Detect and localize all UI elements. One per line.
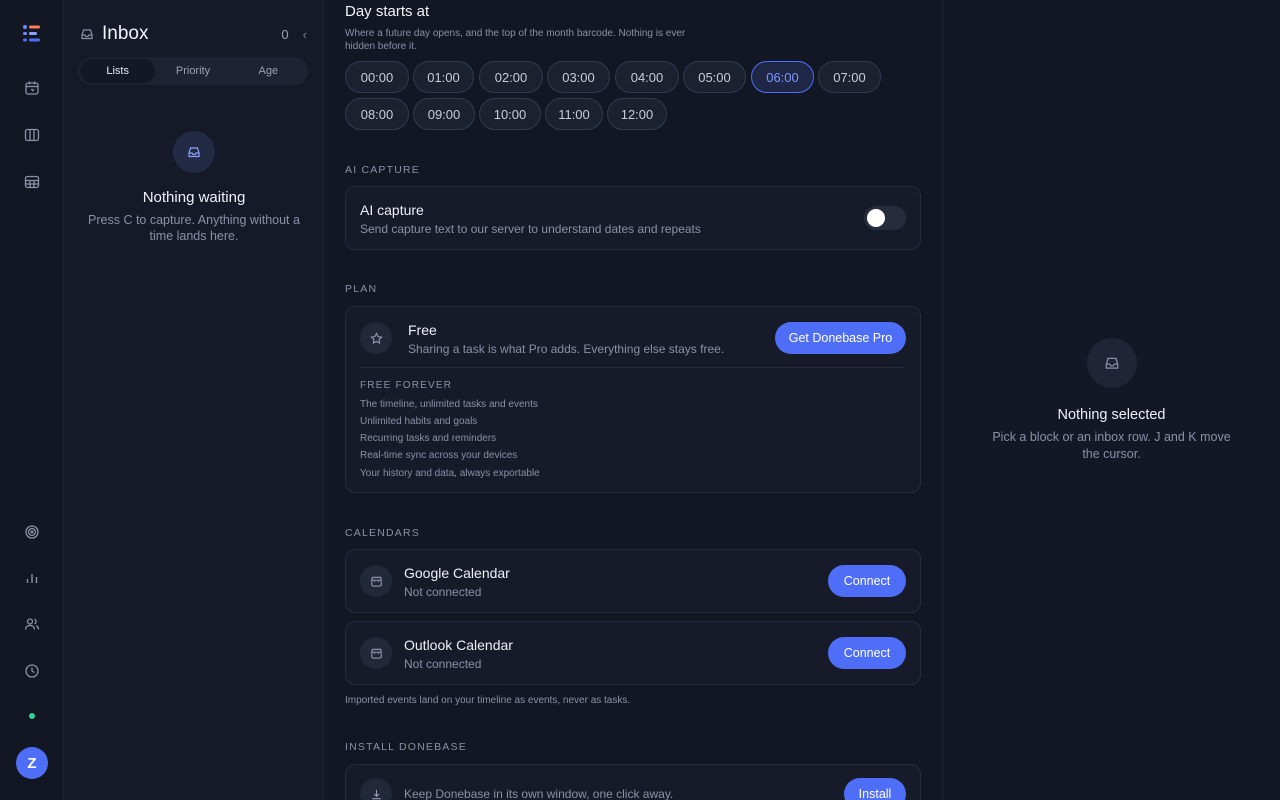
tab-age[interactable]: Age <box>231 59 306 83</box>
inbox-tray-icon <box>80 27 94 41</box>
day-start-option[interactable]: 03:00 <box>547 61 610 93</box>
plan-feature: Real-time sync across your devices <box>360 450 518 461</box>
day-start-option[interactable]: 11:00 <box>545 98 603 130</box>
bar-chart-icon[interactable] <box>20 566 44 590</box>
day-start-description: Where a future day opens, and the top of… <box>345 28 686 52</box>
ai-capture-description: Send capture text to our server to under… <box>360 222 701 236</box>
day-start-option[interactable]: 04:00 <box>615 61 679 93</box>
plan-feature: Recurring tasks and reminders <box>360 433 497 444</box>
outlook-calendar-card: Outlook Calendar Not connected Connect <box>345 621 921 685</box>
inbox-title: Inbox <box>102 23 149 44</box>
calendars-section-label: CALENDARS <box>345 527 420 539</box>
plan-divider <box>360 367 904 368</box>
install-section-label: INSTALL DONEBASE <box>345 741 467 753</box>
day-start-option[interactable]: 09:00 <box>413 98 475 130</box>
app-logo[interactable] <box>22 24 42 44</box>
calendar-icon <box>360 637 392 669</box>
day-start-option[interactable]: 12:00 <box>607 98 667 130</box>
calendar-name: Google Calendar <box>404 565 510 581</box>
calendar-status: Not connected <box>404 585 482 599</box>
inbox-sort-tabs: Lists Priority Age <box>78 57 308 85</box>
download-icon <box>360 778 392 800</box>
detail-panel: Nothing selected Pick a block or an inbo… <box>943 0 1280 800</box>
settings-panel: Day starts at Where a future day opens, … <box>324 0 943 800</box>
clock-icon[interactable] <box>20 659 44 683</box>
inbox-empty-state: Nothing waiting Press C to capture. Anyt… <box>64 131 324 244</box>
install-card: Keep Donebase in its own window, one cli… <box>345 764 921 800</box>
detail-empty-title: Nothing selected <box>1057 407 1166 423</box>
day-start-option[interactable]: 00:00 <box>345 61 409 93</box>
plan-description: Sharing a task is what Pro adds. Everyth… <box>408 342 725 356</box>
install-button[interactable]: Install <box>844 778 906 800</box>
day-start-option[interactable]: 02:00 <box>479 61 543 93</box>
inbox-header: Inbox 0 ‹ <box>80 22 307 46</box>
google-calendar-card: Google Calendar Not connected Connect <box>345 549 921 613</box>
plan-feature: The timeline, unlimited tasks and events <box>360 399 538 410</box>
ai-capture-section-label: AI CAPTURE <box>345 164 421 176</box>
plan-features-label: FREE FOREVER <box>360 380 453 391</box>
collapse-chevron-icon[interactable]: ‹ <box>303 27 307 42</box>
plan-feature: Unlimited habits and goals <box>360 416 478 427</box>
calendars-footnote: Imported events land on your timeline as… <box>345 695 631 706</box>
calendar-name: Outlook Calendar <box>404 637 513 653</box>
table-icon[interactable] <box>20 170 44 194</box>
get-pro-button[interactable]: Get Donebase Pro <box>775 322 906 354</box>
day-start-option[interactable]: 05:00 <box>683 61 746 93</box>
calendar-status: Not connected <box>404 657 482 671</box>
day-start-option[interactable]: 01:00 <box>413 61 474 93</box>
inbox-tray-icon <box>173 131 215 173</box>
inbox-tray-icon <box>1086 338 1137 388</box>
connect-outlook-button[interactable]: Connect <box>828 637 906 669</box>
plan-section-label: PLAN <box>345 283 378 295</box>
day-start-option[interactable]: 07:00 <box>818 61 881 93</box>
inbox-panel: Inbox 0 ‹ Lists Priority Age Nothing wai… <box>64 0 324 800</box>
plan-name: Free <box>408 322 437 338</box>
user-avatar[interactable]: Z <box>16 747 48 779</box>
ai-capture-toggle[interactable] <box>864 206 906 230</box>
install-description: Keep Donebase in its own window, one cli… <box>404 787 674 800</box>
ai-capture-card: AI capture Send capture text to our serv… <box>345 186 921 250</box>
inbox-count: 0 <box>281 26 289 42</box>
plan-card: Free Sharing a task is what Pro adds. Ev… <box>345 306 921 493</box>
users-icon[interactable] <box>20 612 44 636</box>
day-start-title: Day starts at <box>345 3 430 20</box>
ai-capture-title: AI capture <box>360 202 424 218</box>
inbox-empty-text: Press C to capture. Anything without a t… <box>88 213 300 243</box>
plan-feature: Your history and data, always exportable <box>360 468 540 479</box>
app-rail: Z <box>0 0 64 800</box>
connect-google-button[interactable]: Connect <box>828 565 906 597</box>
day-start-option[interactable]: 10:00 <box>479 98 541 130</box>
columns-icon[interactable] <box>20 123 44 147</box>
calendar-icon[interactable] <box>20 76 44 100</box>
tab-lists[interactable]: Lists <box>80 59 156 83</box>
day-start-option-selected[interactable]: 06:00 <box>751 61 814 93</box>
tab-priority[interactable]: Priority <box>155 59 230 83</box>
detail-empty-text: Pick a block or an inbox row. J and K mo… <box>992 430 1231 461</box>
calendar-icon <box>360 565 392 597</box>
sync-status-dot <box>29 713 35 719</box>
inbox-empty-title: Nothing waiting <box>142 189 246 206</box>
detail-empty-state: Nothing selected Pick a block or an inbo… <box>943 338 1280 463</box>
star-icon <box>360 322 392 354</box>
target-icon[interactable] <box>20 520 44 544</box>
day-start-option[interactable]: 08:00 <box>345 98 409 130</box>
